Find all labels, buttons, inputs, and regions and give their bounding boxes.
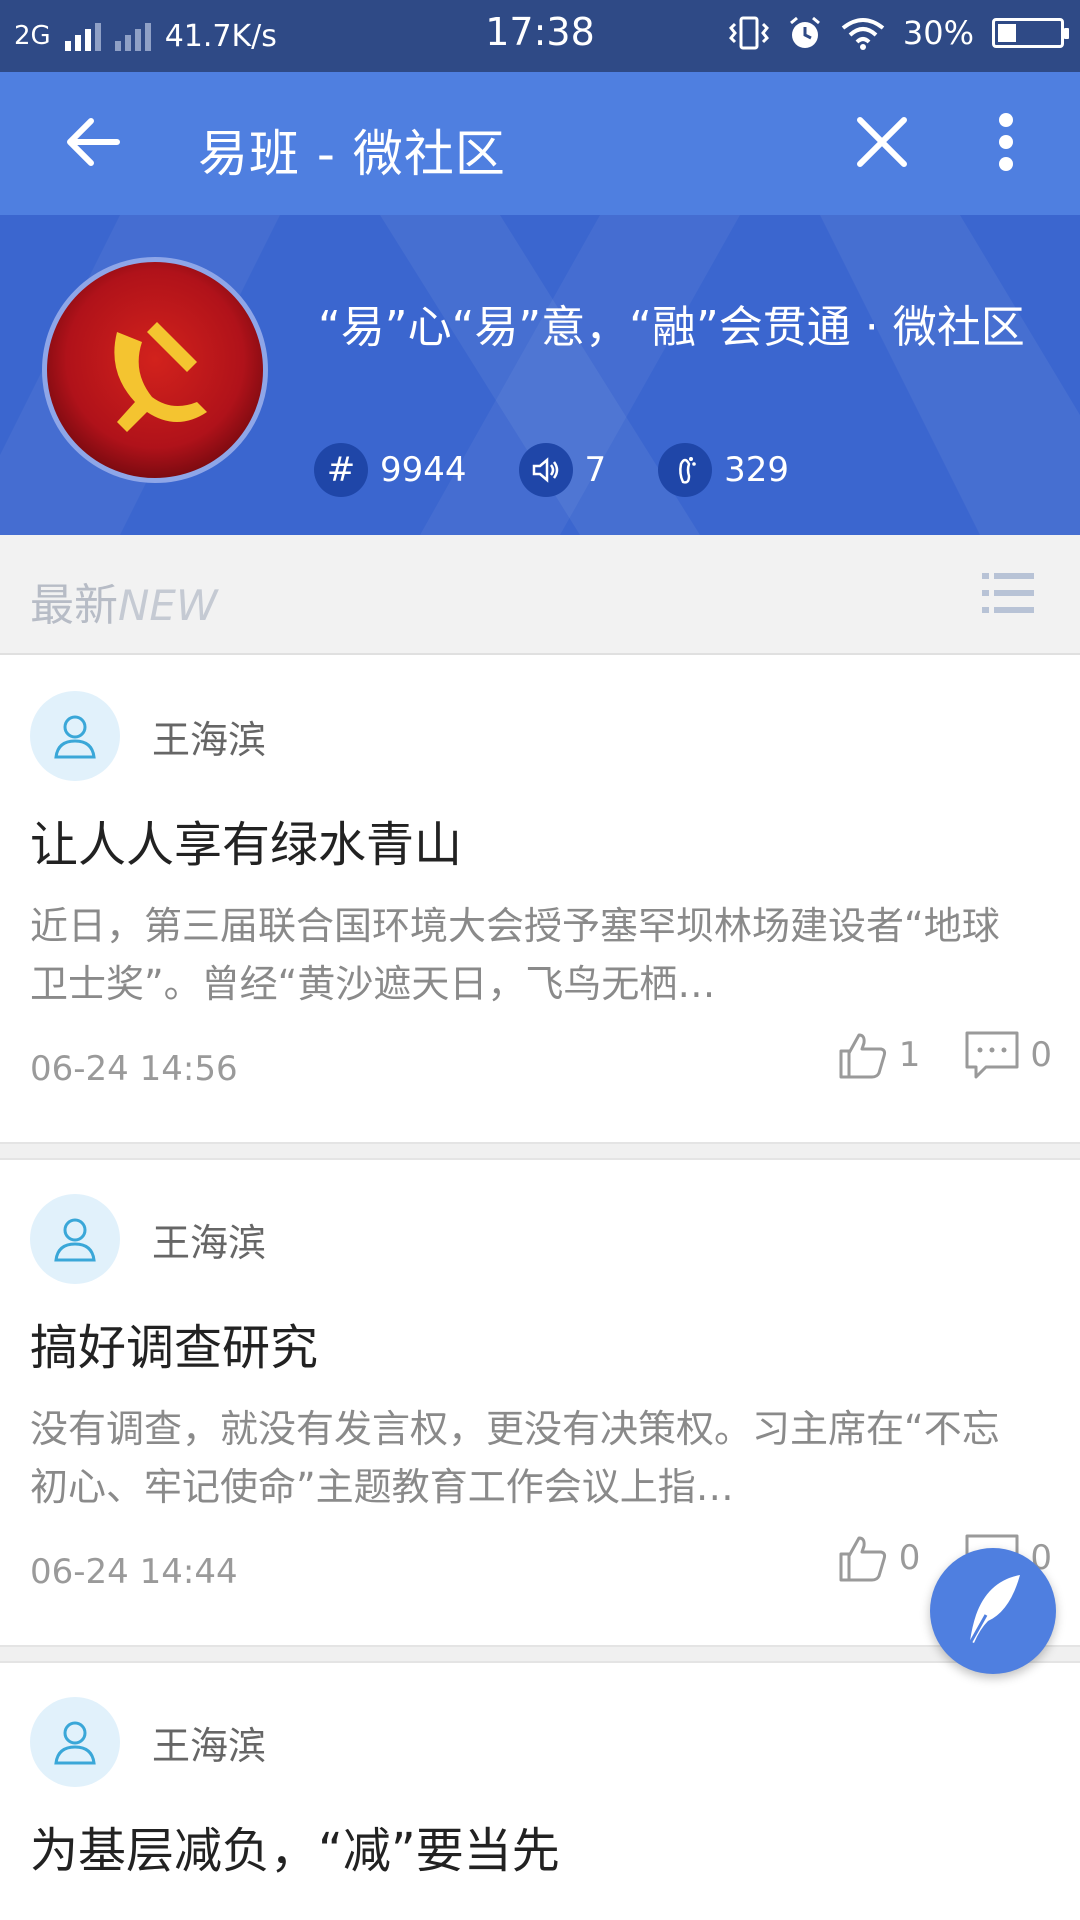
author-name[interactable]: 王海滨 xyxy=(152,709,266,764)
feather-quill-icon xyxy=(966,1575,1020,1648)
back-button[interactable] xyxy=(58,107,128,177)
status-bar: 2G 41.7K/s 17:38 30% xyxy=(0,0,1080,72)
avatar[interactable] xyxy=(30,1194,120,1284)
post-title[interactable]: 让人人享有绿水青山 xyxy=(30,805,462,875)
user-icon xyxy=(54,1218,96,1262)
post-title[interactable]: 为基层减负，“减”要当先 xyxy=(30,1811,560,1881)
post-card[interactable]: 王海滨 为基层减负，“减”要当先 xyxy=(0,1663,1080,1920)
avatar[interactable] xyxy=(30,1697,120,1787)
speaker-icon xyxy=(518,443,573,497)
battery-percent: 30% xyxy=(902,14,974,52)
post-divider xyxy=(0,1645,1080,1663)
list-view-button[interactable] xyxy=(980,565,1036,621)
more-vertical-icon xyxy=(999,113,1013,171)
hashtag-icon: # xyxy=(314,443,368,497)
like-button[interactable]: 0 xyxy=(837,1532,921,1584)
post-time: 06-24 14:44 xyxy=(30,1552,238,1592)
like-count: 0 xyxy=(898,1538,921,1578)
post-summary: 没有调查，就没有发言权，更没有决策权。习主席在“不忘初心、牢记使命”主题教育工作… xyxy=(30,1407,1000,1509)
status-right: 30% xyxy=(728,14,1069,52)
party-emblem-icon xyxy=(114,322,207,432)
post-summary: 近日，第三届联合国环境大会授予塞罕坝林场建设者“地球卫士奖”。曾经“黄沙遮天日，… xyxy=(30,904,1000,1006)
vibrate-icon xyxy=(728,16,769,50)
post-divider xyxy=(0,1142,1080,1160)
comment-count: 0 xyxy=(1030,1035,1052,1075)
back-arrow-icon xyxy=(67,118,120,166)
latest-section-header: 最新NEW xyxy=(0,535,1080,655)
user-icon xyxy=(54,1721,96,1765)
like-count: 1 xyxy=(898,1035,921,1075)
comment-button[interactable]: 0 xyxy=(964,1029,1052,1081)
battery-fill xyxy=(998,24,1016,42)
topics-count: 9944 xyxy=(380,450,467,490)
compose-button[interactable] xyxy=(930,1548,1056,1674)
wifi-icon xyxy=(841,18,885,50)
community-avatar[interactable] xyxy=(42,257,268,483)
like-button[interactable]: 1 xyxy=(837,1029,921,1081)
app-bar: 易班 - 微社区 xyxy=(0,72,1080,215)
community-slogan: “易”心“易”意，“融”会贯通 · 微社区 xyxy=(318,302,1025,353)
battery-icon xyxy=(992,18,1069,48)
thumbs-up-icon xyxy=(839,1536,886,1582)
more-button[interactable] xyxy=(980,106,1032,178)
section-label-en: NEW xyxy=(118,581,218,630)
thumbs-up-icon xyxy=(839,1033,886,1079)
post-title[interactable]: 搞好调查研究 xyxy=(30,1308,318,1378)
close-icon xyxy=(857,117,907,167)
topics-stat: # 9944 xyxy=(314,443,467,497)
community-stats: # 9944 7 329 xyxy=(314,443,841,497)
announcements-count: 7 xyxy=(584,450,607,490)
footprint-icon xyxy=(658,443,713,497)
author-name[interactable]: 王海滨 xyxy=(152,1212,266,1267)
section-label-cn: 最新 xyxy=(30,580,118,631)
section-label: 最新NEW xyxy=(30,569,217,633)
page-title: 易班 - 微社区 xyxy=(198,125,506,183)
author-name[interactable]: 王海滨 xyxy=(152,1715,266,1770)
comment-icon xyxy=(965,1031,1019,1079)
list-icon xyxy=(982,573,1034,613)
community-banner: “易”心“易”意，“融”会贯通 · 微社区 # 9944 7 329 xyxy=(0,215,1080,535)
post-actions: 1 0 xyxy=(837,1029,1052,1081)
avatar[interactable] xyxy=(30,691,120,781)
post-card[interactable]: 王海滨 搞好调查研究 没有调查，就没有发言权，更没有决策权。习主席在“不忘初心、… xyxy=(0,1160,1080,1645)
visits-stat: 329 xyxy=(658,443,789,497)
announcements-stat: 7 xyxy=(518,443,607,497)
post-card[interactable]: 王海滨 让人人享有绿水青山 近日，第三届联合国环境大会授予塞罕坝林场建设者“地球… xyxy=(0,657,1080,1142)
alarm-icon xyxy=(789,16,820,48)
user-icon xyxy=(54,715,96,759)
visits-count: 329 xyxy=(724,450,790,490)
post-time: 06-24 14:56 xyxy=(30,1049,238,1089)
close-button[interactable] xyxy=(848,108,916,176)
